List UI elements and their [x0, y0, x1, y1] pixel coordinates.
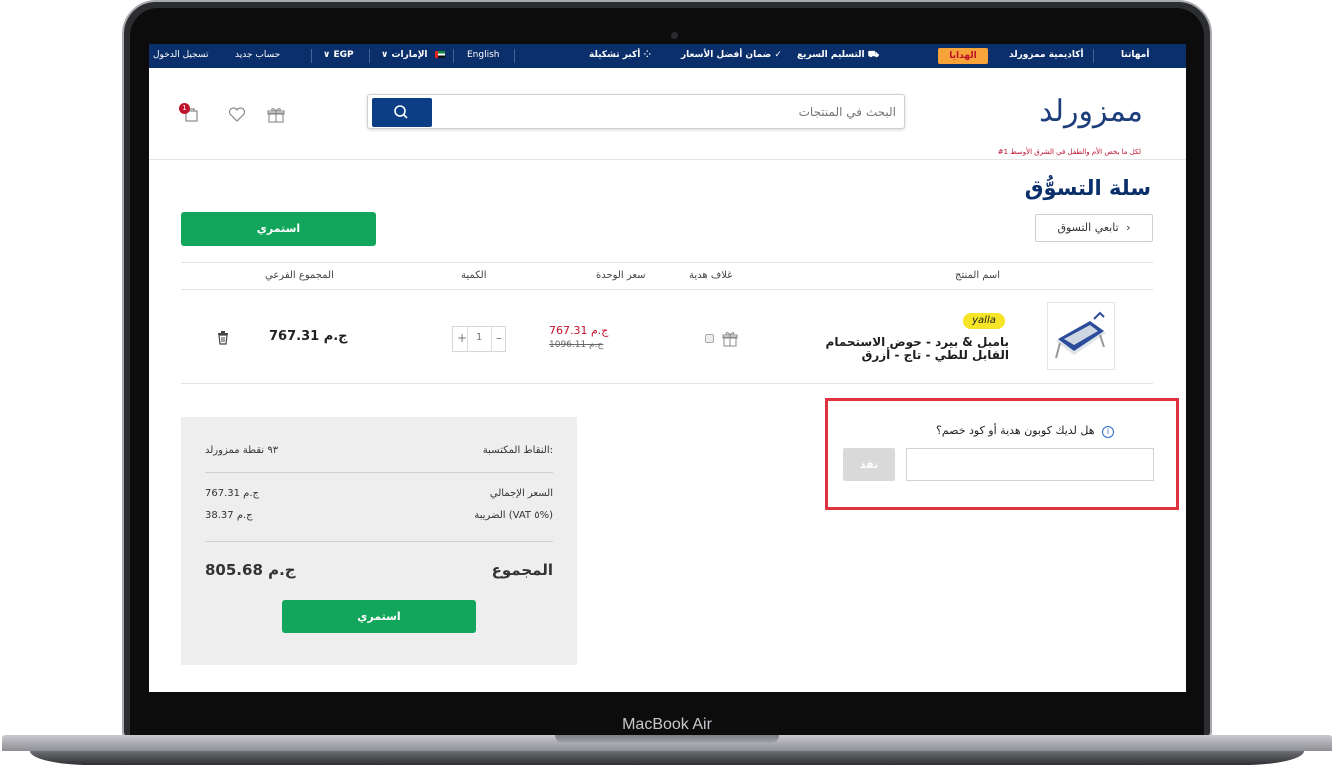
header-unit-price: سعر الوحدة — [596, 270, 646, 281]
best-price-label: ضمان أفضل الأسعار — [681, 50, 772, 60]
grand-total-label: المجموع — [491, 561, 553, 579]
login-link[interactable]: تسجيل الدخول — [153, 50, 208, 60]
chevron-down-icon: ∨ — [323, 50, 334, 60]
total-price-value: 767.31 ج.م — [205, 488, 259, 499]
register-link[interactable]: حساب جديد — [235, 50, 280, 60]
checkout-button-bottom[interactable]: استمري — [282, 600, 476, 633]
header-gift-wrap: غلاف هدية — [689, 270, 733, 281]
fast-delivery-item: التسليم السريع ⛟ — [797, 50, 879, 61]
gift-wrap-icon — [721, 330, 739, 348]
gift-wrap-checkbox[interactable] — [705, 334, 714, 343]
chevron-right-icon: › — [1126, 221, 1131, 234]
continue-shopping-label: تابعي التسوق — [1057, 221, 1119, 234]
logo-tagline: #1 لكل ما يخص الأم والطفل في الشرق الأوس… — [997, 148, 1141, 156]
currency-label: EGP — [333, 50, 354, 60]
check-circle-icon: ✓ — [774, 50, 782, 60]
grid-icon: ⁘ — [643, 50, 651, 60]
product-image[interactable] — [1047, 302, 1115, 370]
checkout-button-top[interactable]: استمري — [181, 212, 376, 246]
header-subtotal: المجموع الفرعي — [265, 270, 334, 281]
points-value: ٩٣ نقطة ممزورلد — [205, 445, 279, 456]
cart-table-header: اسم المنتج غلاف هدية سعر الوحدة الكمية ا… — [181, 262, 1153, 290]
coupon-code-input[interactable] — [906, 448, 1154, 481]
uae-flag-icon — [434, 51, 445, 58]
coupon-question-label: هل لديك كوبون هدية أو كود خصم؟ — [936, 424, 1095, 437]
cart-count-badge: 1 — [179, 103, 190, 114]
language-link[interactable]: English — [467, 50, 500, 60]
biggest-range-label: أكبر تشكيلة — [589, 50, 641, 60]
mothers-link[interactable]: أمهاتنا — [1121, 50, 1149, 60]
qty-increase-button[interactable]: + — [457, 331, 467, 345]
logo-text: ممزورلد — [1039, 94, 1143, 129]
coupon-question: هل لديك كوبون هدية أو كود خصم؟ i — [936, 424, 1115, 438]
trash-icon[interactable] — [217, 330, 229, 345]
continue-shopping-button[interactable]: تابعي التسوق › — [1035, 214, 1153, 242]
total-price-label: السعر الإجمالي — [489, 488, 553, 499]
site-header: 1 ممزورلد #1 لكل ما يخص الأم والطفل في ا… — [149, 68, 1186, 160]
gifts-link[interactable]: الهدايا — [938, 48, 988, 64]
row-subtotal: 767.31 ج.م — [269, 329, 348, 344]
fast-delivery-label: التسليم السريع — [797, 50, 865, 60]
points-label: النقاط المكتسبة: — [482, 445, 553, 456]
gift-icon[interactable] — [266, 105, 286, 125]
vat-value: 38.37 ج.م — [205, 510, 253, 521]
page-title: سلة التسوُّق — [1024, 176, 1151, 200]
best-price-item: ضمان أفضل الأسعار ✓ — [681, 50, 782, 60]
yalla-badge: yalla — [963, 313, 1005, 329]
product-name-link[interactable]: بامبل & بيرد - حوض الاستحمام القابل للطي… — [801, 336, 1009, 362]
apply-coupon-button[interactable]: نفذ — [843, 448, 895, 481]
quantity-stepper: + 1 – — [452, 326, 506, 352]
academy-link[interactable]: أكاديمية ممزورلد — [1009, 50, 1084, 60]
currency-selector[interactable]: ∨ EGP — [323, 50, 354, 60]
grand-total-value: 805.68 ج.م — [205, 561, 296, 579]
laptop-base — [0, 735, 1334, 767]
info-icon[interactable]: i — [1102, 426, 1115, 438]
country-selector[interactable]: ∨ الإمارات — [381, 50, 445, 60]
search-input[interactable] — [456, 95, 896, 128]
qty-decrease-button[interactable]: – — [496, 331, 502, 345]
header-product-name: اسم المنتج — [955, 270, 1001, 281]
unit-price-current: 767.31 ج.م — [549, 324, 609, 337]
cart-icon[interactable]: 1 — [179, 103, 201, 125]
biggest-range-item: أكبر تشكيلة ⁘ — [589, 50, 651, 60]
table-row: yalla بامبل & بيرد - حوض الاستحمام القاب… — [181, 290, 1153, 384]
header-quantity: الكمية — [461, 270, 487, 281]
site-logo[interactable]: ممزورلد — [967, 88, 1143, 140]
device-brand-label: MacBook Air — [622, 716, 712, 733]
order-summary: النقاط المكتسبة: ٩٣ نقطة ممزورلد السعر ا… — [181, 417, 577, 665]
search-icon — [394, 105, 408, 119]
chevron-down-icon: ∨ — [381, 50, 392, 60]
unit-price-original: 1096.11 ج.م — [549, 340, 604, 350]
browser-screen: تسجيل الدخول حساب جديد ∨ EGP ∨ الإمارات … — [149, 44, 1186, 692]
truck-icon: ⛟ — [867, 50, 880, 60]
heart-icon[interactable] — [227, 106, 247, 126]
search-button[interactable] — [372, 98, 432, 127]
search-bar — [367, 94, 905, 129]
country-label: الإمارات — [391, 50, 428, 60]
top-bar: تسجيل الدخول حساب جديد ∨ EGP ∨ الإمارات … — [149, 44, 1186, 68]
qty-value[interactable]: 1 — [476, 332, 482, 343]
camera — [671, 32, 678, 39]
vat-label: الضريبة (VAT ٥%) — [474, 510, 553, 521]
